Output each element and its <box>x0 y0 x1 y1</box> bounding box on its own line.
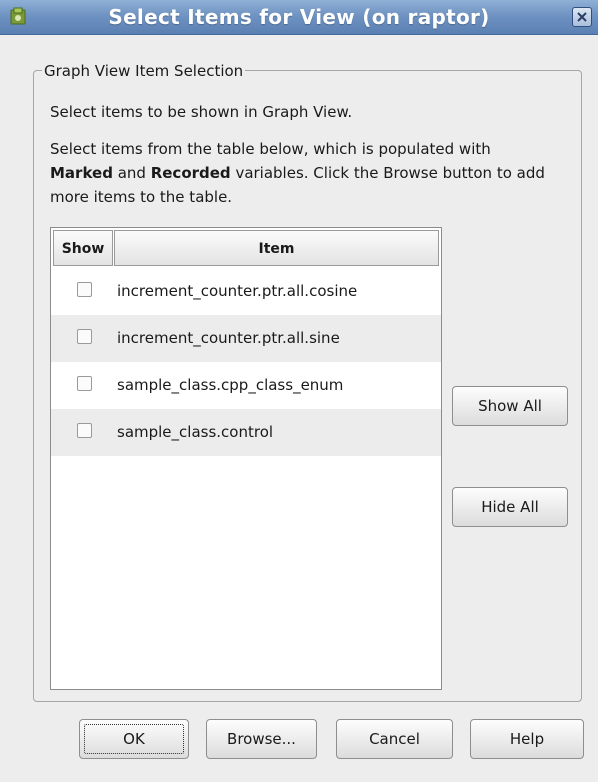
cancel-button[interactable]: Cancel <box>336 719 453 759</box>
table-header: Show Item <box>51 228 441 268</box>
table-row[interactable]: sample_class.control <box>51 409 441 456</box>
item-label: sample_class.control <box>117 423 274 441</box>
column-header-item[interactable]: Item <box>114 230 439 266</box>
item-label: increment_counter.ptr.all.cosine <box>117 282 358 300</box>
items-table: Show Item increment_counter.ptr.all.cosi… <box>50 227 442 690</box>
table-row[interactable]: increment_counter.ptr.all.cosine <box>51 268 441 315</box>
recorded-label: Recorded <box>150 164 231 182</box>
show-checkbox[interactable] <box>77 282 92 297</box>
browse-button[interactable]: Browse... <box>206 719 317 759</box>
show-checkbox[interactable] <box>77 376 92 391</box>
instructions-text: Select items from the table below, which… <box>50 140 545 206</box>
table-body: increment_counter.ptr.all.cosine increme… <box>51 268 441 456</box>
item-label: increment_counter.ptr.all.sine <box>117 329 340 347</box>
window-title: Select Items for View (on raptor) <box>108 5 490 29</box>
item-label: sample_class.cpp_class_enum <box>117 376 344 394</box>
close-button[interactable] <box>572 7 592 27</box>
group-legend: Graph View Item Selection <box>42 62 246 80</box>
intro-text: Select items to be shown in Graph View. <box>50 103 353 121</box>
table-row[interactable]: sample_class.cpp_class_enum <box>51 362 441 409</box>
column-header-show[interactable]: Show <box>53 230 113 266</box>
close-icon <box>577 12 587 22</box>
title-bar: Select Items for View (on raptor) <box>0 0 598 35</box>
help-button[interactable]: Help <box>470 719 584 759</box>
app-icon <box>10 7 26 25</box>
table-row[interactable]: increment_counter.ptr.all.sine <box>51 315 441 362</box>
show-checkbox[interactable] <box>77 329 92 344</box>
show-all-button[interactable]: Show All <box>452 386 568 426</box>
ok-button[interactable]: OK <box>79 719 189 759</box>
hide-all-button[interactable]: Hide All <box>452 487 568 527</box>
show-checkbox[interactable] <box>77 423 92 438</box>
marked-label: Marked <box>50 164 113 182</box>
focus-ring <box>84 724 184 754</box>
